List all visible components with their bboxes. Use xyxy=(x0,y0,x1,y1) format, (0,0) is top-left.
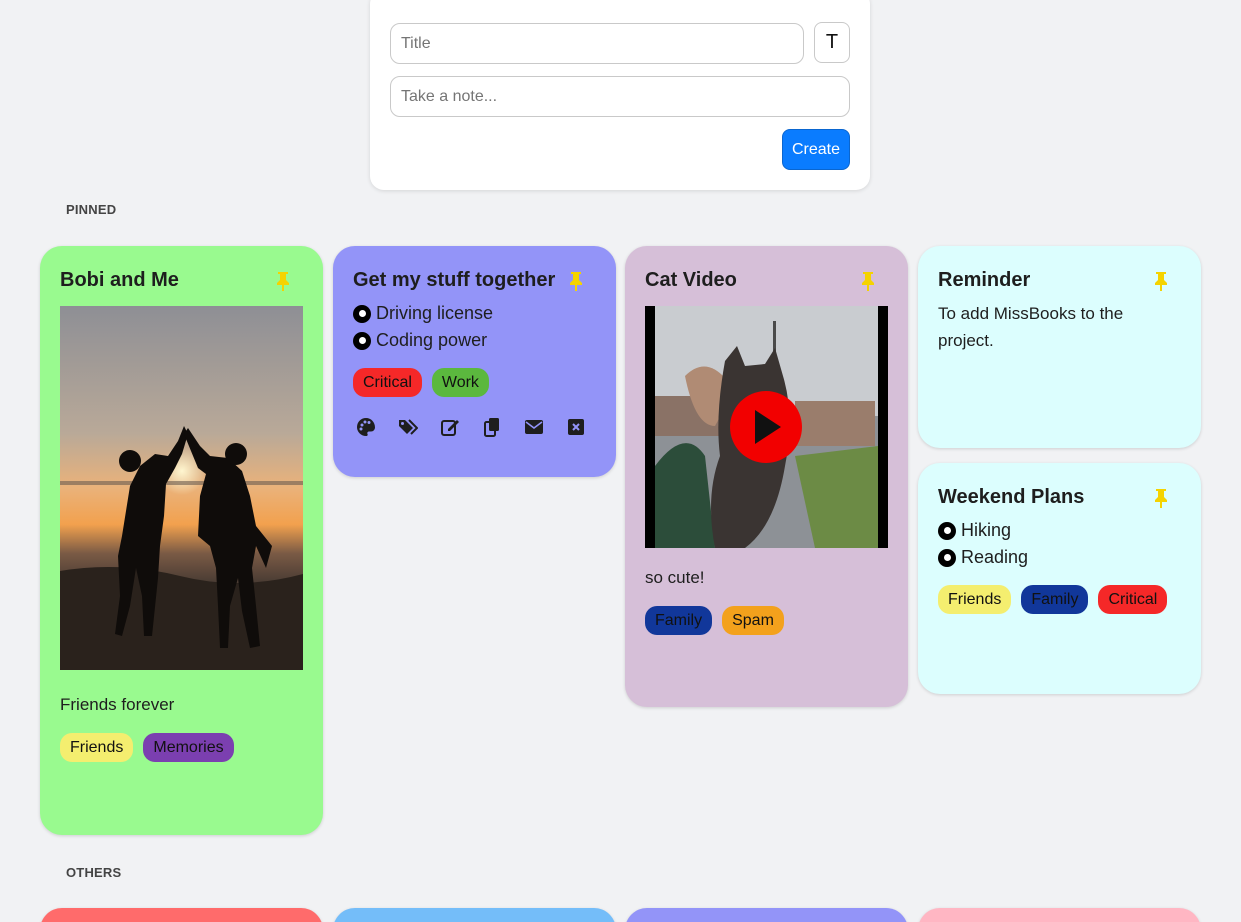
tag-list: Critical Work xyxy=(353,368,596,397)
note-card-reminder[interactable]: Reminder To add MissBooks to the project… xyxy=(918,246,1201,448)
note-title: Cat Video xyxy=(645,269,737,291)
tag-memories[interactable]: Memories xyxy=(143,733,234,762)
note-card-other-1[interactable] xyxy=(40,908,323,922)
tag-friends[interactable]: Friends xyxy=(60,733,134,762)
pin-icon[interactable] xyxy=(1153,488,1169,508)
pin-icon[interactable] xyxy=(275,271,291,291)
note-card-weekend[interactable]: Weekend Plans Hiking Reading Friends Fam… xyxy=(918,463,1201,694)
note-title: Bobi and Me xyxy=(60,269,179,291)
todo-item[interactable]: Driving license xyxy=(353,300,596,327)
note-text: so cute! xyxy=(645,568,705,587)
tag-critical[interactable]: Critical xyxy=(353,368,422,397)
note-card-bobi[interactable]: Bobi and Me Friends forever Friends Memo… xyxy=(40,246,323,835)
todo-label: Coding power xyxy=(376,330,488,350)
todo-item[interactable]: Hiking xyxy=(938,517,1181,544)
pinned-section-label: PINNED xyxy=(66,202,117,217)
note-card-other-3[interactable] xyxy=(625,908,908,922)
pin-icon[interactable] xyxy=(568,271,584,291)
tags-icon[interactable] xyxy=(398,417,418,437)
sunset-photo xyxy=(60,306,303,670)
todo-label: Hiking xyxy=(961,520,1012,540)
todo-bullet-icon xyxy=(353,331,371,350)
note-actions xyxy=(356,417,596,437)
create-button[interactable]: Create xyxy=(782,129,850,170)
tag-list: Friends Family Critical xyxy=(938,585,1181,614)
note-title: Reminder xyxy=(938,269,1031,291)
tag-family[interactable]: Family xyxy=(1021,585,1089,614)
todo-label: Reading xyxy=(961,547,1029,567)
pin-icon[interactable] xyxy=(1153,271,1169,291)
note-image xyxy=(60,306,303,670)
title-input[interactable] xyxy=(390,23,804,64)
note-card-other-4[interactable] xyxy=(918,908,1201,922)
tag-critical[interactable]: Critical xyxy=(1098,585,1168,614)
others-section-label: OTHERS xyxy=(66,865,122,880)
pin-icon[interactable] xyxy=(860,271,876,291)
todo-list: Driving license Coding power xyxy=(353,300,596,354)
note-card-other-2[interactable] xyxy=(333,908,616,922)
note-title: Get my stuff together xyxy=(353,269,556,291)
tag-work[interactable]: Work xyxy=(431,368,489,397)
tag-friends[interactable]: Friends xyxy=(938,585,1012,614)
note-text: To add MissBooks to the project. xyxy=(938,304,1124,350)
note-title: Weekend Plans xyxy=(938,486,1085,508)
email-icon[interactable] xyxy=(524,417,544,437)
note-composer: T Create xyxy=(370,0,870,190)
todo-label: Driving license xyxy=(376,303,494,323)
note-card-cat[interactable]: Cat Video so cute! Family Spam xyxy=(625,246,908,707)
palette-icon[interactable] xyxy=(356,417,376,437)
tag-list: Friends Memories xyxy=(60,733,303,762)
note-type-button[interactable]: T xyxy=(814,22,850,63)
note-input[interactable] xyxy=(390,76,850,117)
todo-bullet-icon xyxy=(938,521,956,540)
todo-item[interactable]: Coding power xyxy=(353,327,596,354)
note-card-stuff[interactable]: Get my stuff together Driving license Co… xyxy=(333,246,616,477)
todo-bullet-icon xyxy=(938,548,956,567)
cat-video-thumbnail xyxy=(645,306,888,548)
note-video[interactable] xyxy=(645,306,888,548)
tag-spam[interactable]: Spam xyxy=(722,606,784,635)
todo-list: Hiking Reading xyxy=(938,517,1181,571)
delete-icon[interactable] xyxy=(566,417,586,437)
todo-item[interactable]: Reading xyxy=(938,544,1181,571)
tag-list: Family Spam xyxy=(645,606,888,635)
tag-family[interactable]: Family xyxy=(645,606,713,635)
note-text: Friends forever xyxy=(60,695,175,714)
edit-icon[interactable] xyxy=(440,417,460,437)
duplicate-icon[interactable] xyxy=(482,417,502,437)
todo-bullet-icon xyxy=(353,304,371,323)
